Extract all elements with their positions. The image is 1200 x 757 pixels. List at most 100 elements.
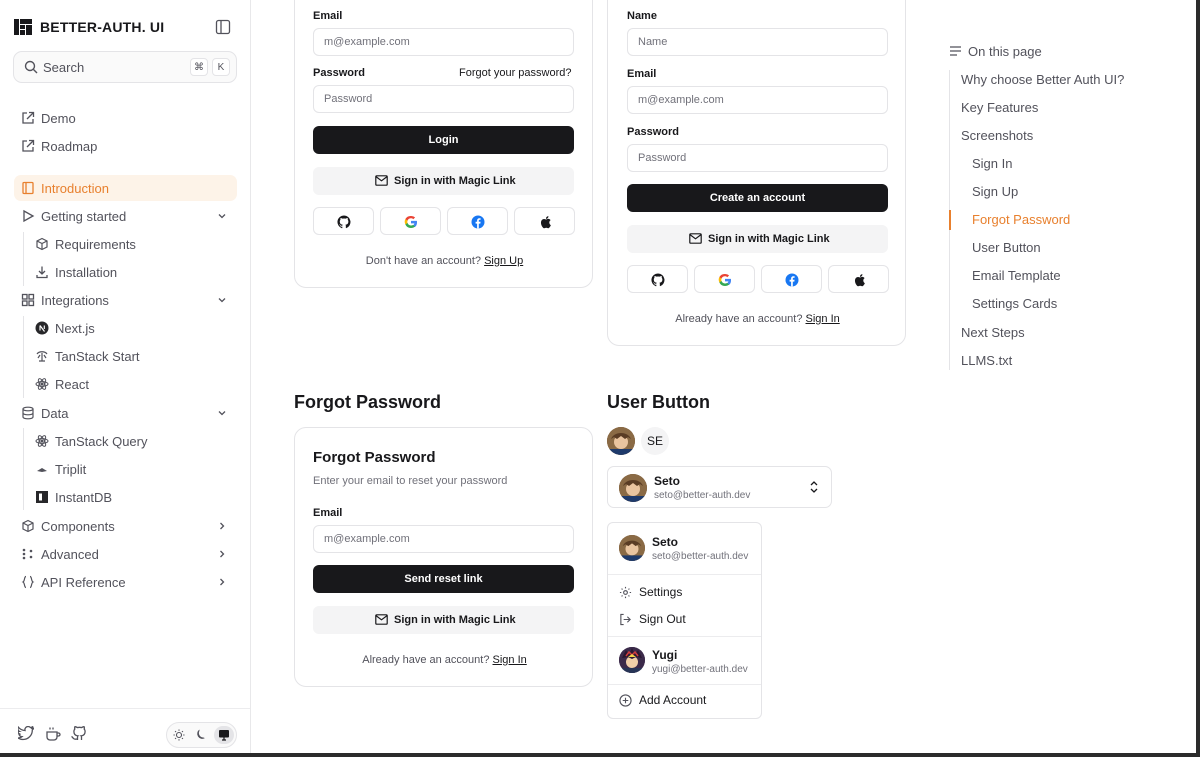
moon-icon[interactable] [191, 726, 211, 744]
email-input[interactable]: m@example.com [627, 86, 888, 114]
grid-icon [21, 293, 35, 307]
sidebar-item-advanced[interactable]: Advanced [14, 541, 237, 567]
email-label: Email [627, 68, 657, 80]
theme-toggle[interactable] [166, 722, 237, 748]
email-label: Email [313, 10, 343, 22]
sidebar-item-installation[interactable]: Installation [33, 259, 237, 285]
login-button[interactable]: Login [313, 126, 574, 154]
toc-active-marker [949, 210, 951, 230]
sidebar-item-introduction[interactable]: Introduction [14, 175, 237, 201]
user-name: Seto [654, 474, 681, 488]
better-auth-logo-icon[interactable] [14, 19, 32, 35]
sidebar-item-integrations[interactable]: Integrations [14, 287, 237, 313]
signin-prompt: Already have an account? Sign In [362, 654, 527, 666]
sidebar-item-react[interactable]: React [33, 371, 237, 397]
email-input[interactable]: m@example.com [313, 525, 574, 553]
user-avatar-seto[interactable] [607, 427, 635, 455]
name-input[interactable]: Name [627, 28, 888, 56]
gear-icon [619, 586, 632, 599]
twitter-icon[interactable] [18, 726, 34, 741]
github-icon[interactable] [71, 725, 87, 741]
coffee-icon[interactable] [45, 726, 61, 742]
instantdb-icon [35, 490, 49, 504]
password-input[interactable]: Password [313, 85, 574, 113]
toc-item-user-button[interactable]: User Button [972, 240, 1041, 255]
chevron-down-icon [216, 407, 228, 419]
menu-item-settings[interactable]: Settings [608, 581, 761, 605]
menu-user-name: Seto [652, 535, 679, 549]
nextjs-icon [35, 321, 49, 335]
monitor-icon[interactable] [214, 726, 234, 744]
password-input[interactable]: Password [627, 144, 888, 172]
github-signup-button[interactable] [627, 265, 688, 293]
google-signup-button[interactable] [694, 265, 755, 293]
facebook-signin-button[interactable] [447, 207, 508, 235]
github-signin-button[interactable] [313, 207, 374, 235]
create-account-button[interactable]: Create an account [627, 184, 888, 212]
signin-link[interactable]: Sign In [806, 313, 840, 325]
menu-item-sign-out[interactable]: Sign Out [608, 608, 761, 632]
window-frame-edge [1196, 0, 1200, 757]
send-reset-link-button[interactable]: Send reset link [313, 565, 574, 593]
magic-link-button[interactable]: Sign in with Magic Link [313, 167, 574, 195]
toc-item-key-features[interactable]: Key Features [961, 100, 1038, 115]
sidebar-item-tanstack-query[interactable]: TanStack Query [33, 428, 237, 454]
user-dropdown-menu: Seto seto@better-auth.dev Settings Sign … [607, 522, 762, 719]
toc-item-next-steps[interactable]: Next Steps [961, 325, 1025, 340]
forgot-card-subtitle: Enter your email to reset your password [313, 475, 508, 487]
google-signin-button[interactable] [380, 207, 441, 235]
sidebar-link-roadmap[interactable]: Roadmap [14, 133, 237, 159]
search-button[interactable]: Search ⌘ K [13, 51, 237, 83]
signup-prompt: Don't have an account? Sign Up [365, 255, 524, 267]
user-button-select[interactable]: Seto seto@better-auth.dev [607, 466, 832, 508]
sidebar-item-requirements[interactable]: Requirements [33, 231, 237, 257]
cube-icon [21, 519, 35, 533]
sun-icon[interactable] [169, 726, 189, 744]
menu-item-add-account[interactable]: Add Account [608, 689, 761, 713]
apple-signup-button[interactable] [828, 265, 889, 293]
sidebar-item-api-reference[interactable]: API Reference [14, 569, 237, 595]
user-email: seto@better-auth.dev [654, 490, 751, 501]
sidebar-collapse-icon[interactable] [215, 19, 231, 35]
brand-name[interactable]: BETTER-AUTH. UI [40, 19, 164, 35]
react-icon [35, 377, 49, 391]
chevron-right-icon [216, 576, 228, 588]
facebook-signup-button[interactable] [761, 265, 822, 293]
toc-item-screenshots[interactable]: Screenshots [961, 128, 1033, 143]
sidebar-link-demo[interactable]: Demo [14, 105, 237, 131]
magic-link-button[interactable]: Sign in with Magic Link [313, 606, 574, 634]
email-input[interactable]: m@example.com [313, 28, 574, 56]
mail-icon [375, 175, 388, 186]
sidebar-item-triplit[interactable]: Triplit [33, 456, 237, 482]
chevrons-up-down-icon [807, 480, 821, 494]
sidebar-item-data[interactable]: Data [14, 400, 237, 426]
user-initials-avatar[interactable]: SE [641, 427, 669, 455]
docs-page: BETTER-AUTH. UI Search ⌘ K Demo Roadmap … [0, 0, 1200, 757]
toc-item-why-choose[interactable]: Why choose Better Auth UI? [961, 72, 1124, 87]
log-out-icon [619, 613, 632, 626]
apple-signin-button[interactable] [514, 207, 575, 235]
signin-link[interactable]: Sign In [493, 654, 527, 666]
menu-item-switch-account-yugi[interactable]: Yugi yugi@better-auth.dev [608, 639, 761, 683]
react-icon [35, 434, 49, 448]
toc-item-llms-txt[interactable]: LLMS.txt [961, 353, 1012, 368]
toc-item-settings-cards[interactable]: Settings Cards [972, 296, 1057, 311]
toc-item-sign-up[interactable]: Sign Up [972, 184, 1018, 199]
signup-link[interactable]: Sign Up [484, 255, 523, 267]
sidebar-item-instantdb[interactable]: InstantDB [33, 484, 237, 510]
sidebar-item-components[interactable]: Components [14, 513, 237, 539]
tree-line [23, 316, 24, 398]
external-link-icon [21, 139, 35, 153]
toc-item-email-template[interactable]: Email Template [972, 268, 1061, 283]
nodes-icon [21, 547, 35, 561]
sidebar-item-tanstack-start[interactable]: TanStack Start [33, 343, 237, 369]
forgot-password-link[interactable]: Forgot your password? [459, 67, 572, 79]
email-label: Email [313, 507, 343, 519]
search-placeholder: Search [43, 60, 85, 75]
magic-link-button[interactable]: Sign in with Magic Link [627, 225, 888, 253]
toc-item-forgot-password[interactable]: Forgot Password [972, 212, 1070, 227]
sidebar-item-getting-started[interactable]: Getting started [14, 203, 237, 229]
sidebar-item-nextjs[interactable]: Next.js [33, 315, 237, 341]
toc-item-sign-in[interactable]: Sign In [972, 156, 1012, 171]
sidebar-footer [0, 708, 250, 757]
